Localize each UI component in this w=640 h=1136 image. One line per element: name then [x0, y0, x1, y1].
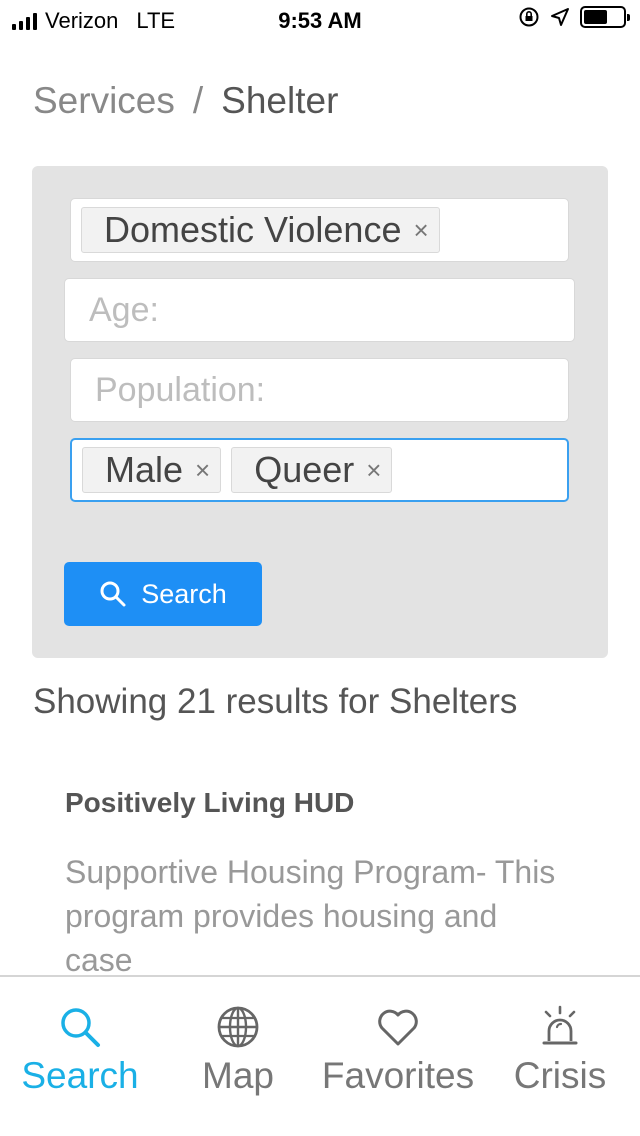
- tab-search[interactable]: Search: [0, 1003, 160, 1097]
- result-title[interactable]: Positively Living HUD: [65, 787, 354, 819]
- result-description: Supportive Housing Program- This program…: [65, 854, 556, 976]
- search-button[interactable]: Search: [64, 562, 262, 626]
- remove-tag-icon[interactable]: ×: [366, 457, 381, 483]
- tab-label: Favorites: [321, 1055, 475, 1096]
- tab-label: Map: [202, 1055, 274, 1096]
- battery-icon: [580, 6, 630, 28]
- location-arrow-icon: [551, 8, 569, 26]
- breadcrumb-services-link[interactable]: Services: [33, 80, 175, 122]
- breadcrumb-current: Shelter: [221, 80, 339, 121]
- remove-tag-icon[interactable]: ×: [413, 217, 428, 243]
- tag-male: Male ×: [82, 447, 222, 493]
- tab-label: Search: [21, 1055, 139, 1096]
- tag-label: Domestic Violence: [104, 209, 402, 250]
- orientation-lock-icon: [519, 7, 539, 27]
- tab-map[interactable]: Map: [158, 1003, 318, 1097]
- age-field[interactable]: Age:: [64, 278, 575, 342]
- search-button-label: Search: [141, 578, 227, 609]
- age-placeholder: Age:: [89, 290, 159, 329]
- tab-crisis[interactable]: Crisis: [480, 1003, 640, 1097]
- tag-label: Queer: [254, 449, 355, 490]
- breadcrumb: Services / Shelter: [33, 80, 338, 122]
- heart-icon: [378, 1009, 418, 1046]
- battery-level: [584, 10, 607, 24]
- tag-queer: Queer ×: [231, 447, 393, 493]
- results-heading: Showing 21 results for Shelters: [33, 682, 518, 721]
- search-icon: [100, 581, 126, 607]
- globe-icon: [217, 1006, 259, 1048]
- tab-label: Crisis: [513, 1055, 607, 1096]
- breadcrumb-separator: /: [192, 80, 204, 121]
- tag-label: Male: [105, 449, 184, 490]
- status-bar: Verizon LTE 9:53 AM: [0, 0, 640, 40]
- search-icon: [61, 1008, 100, 1047]
- siren-icon: [542, 1005, 578, 1045]
- tab-bar: Search Map Favorites Crisis: [0, 975, 640, 1136]
- population-placeholder: Population:: [95, 370, 266, 409]
- remove-tag-icon[interactable]: ×: [195, 457, 210, 483]
- population-tags-select[interactable]: Male × Queer ×: [70, 438, 569, 502]
- population-field[interactable]: Population:: [70, 358, 569, 422]
- status-right: [518, 6, 630, 28]
- service-type-select[interactable]: Domestic Violence ×: [70, 198, 569, 262]
- tag-domestic-violence: Domestic Violence ×: [81, 207, 440, 253]
- app-screen: Verizon LTE 9:53 AM Services / Shelter D…: [0, 0, 640, 1136]
- tab-favorites[interactable]: Favorites: [318, 1003, 478, 1097]
